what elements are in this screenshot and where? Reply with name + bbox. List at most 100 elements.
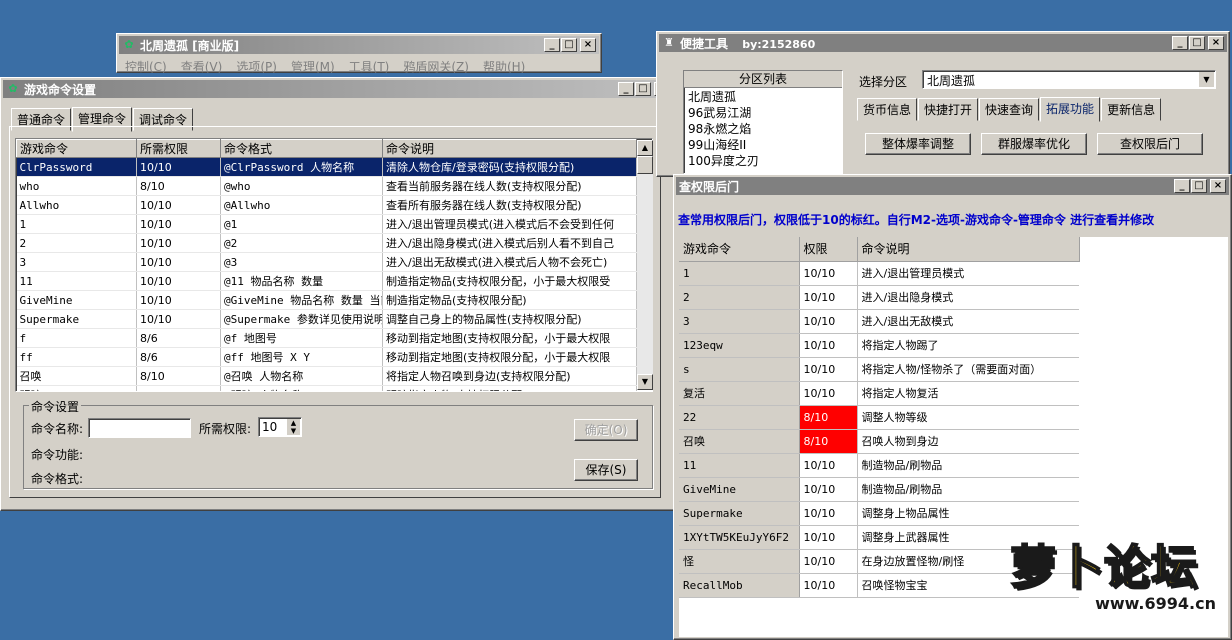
tab-quick-query[interactable]: 快速查询 <box>979 98 1040 121</box>
maximize-icon[interactable]: □ <box>1189 36 1205 50</box>
cell-description: 移动到指定地图(支持权限分配，小于最大权限 <box>382 347 637 367</box>
command-row[interactable]: ff 8/6 @ff 地图号 X Y 移动到指定地图(支持权限分配，小于最大权限 <box>16 347 637 367</box>
menu-manage[interactable]: 管理(M) <box>291 58 335 75</box>
command-window-titlebar[interactable]: ✿ 游戏命令设置 _ □ × <box>3 80 673 98</box>
tab-quick-open[interactable]: 快捷打开 <box>918 98 979 121</box>
command-row[interactable]: 召唤 8/10 @召唤 人物名称 将指定人物召唤到身边(支持权限分配) <box>16 366 637 386</box>
command-row[interactable]: who 8/10 @who 查看当前服务器在线人数(支持权限分配) <box>16 176 637 196</box>
drop-rate-adjust-button[interactable]: 整体爆率调整 <box>865 133 971 155</box>
tools-window-titlebar[interactable]: ♜ 便捷工具 by:2152860 _ □ × <box>659 34 1227 52</box>
cell-format: @11 物品名称 数量 <box>220 271 383 291</box>
cell-description: 制造物品/刷物品 <box>857 477 1079 502</box>
cell-format: @f 地图号 <box>220 328 383 348</box>
cell-permission: 8/10 <box>136 366 221 386</box>
permission-spinner[interactable]: 10 ▲ ▼ <box>258 417 302 437</box>
zone-item[interactable]: 99山海经II <box>684 136 842 152</box>
menu-gateway[interactable]: 鸦盾网关(Z) <box>403 58 469 75</box>
permission-row[interactable]: 11 10/10 制造物品/刷物品 <box>679 453 1079 478</box>
command-row[interactable]: GiveMine 10/10 @GiveMine 物品名称 数量 当前 制造指定物品(… <box>16 290 637 310</box>
col-header-permission[interactable]: 权限 <box>799 237 858 262</box>
cell-permission: 8/6 <box>136 328 221 348</box>
command-row[interactable]: 3 10/10 @3 进入/退出无敌模式(进入模式后人物不会死亡) <box>16 252 637 272</box>
chevron-down-icon[interactable]: ▼ <box>1199 72 1214 87</box>
cell-format: @Allwho <box>220 195 383 215</box>
save-button[interactable]: 保存(S) <box>574 459 638 481</box>
tab-update-info[interactable]: 更新信息 <box>1101 98 1162 121</box>
minimize-icon[interactable]: _ <box>1172 36 1188 50</box>
permission-row[interactable]: 复活 10/10 将指定人物复活 <box>679 381 1079 406</box>
main-window-titlebar[interactable]: ✿ 北周遗孤 [商业版] _ □ × <box>119 36 599 54</box>
cell-description: 制造指定物品(支持权限分配) <box>382 290 637 310</box>
col-header-description[interactable]: 命令说明 <box>857 237 1080 262</box>
minimize-icon[interactable]: _ <box>618 82 634 96</box>
cell-command: 复活 <box>679 381 800 406</box>
command-row[interactable]: f 8/6 @f 地图号 移动到指定地图(支持权限分配，小于最大权限 <box>16 328 637 348</box>
minimize-icon[interactable]: _ <box>1174 179 1190 193</box>
cell-permission: 10/10 <box>136 214 221 234</box>
col-header-description[interactable]: 命令说明 <box>382 139 637 158</box>
command-row[interactable]: Supermake 10/10 @Supermake 参数详见使用说明 调整自己身上的… <box>16 309 637 329</box>
permission-row[interactable]: 2 10/10 进入/退出隐身模式 <box>679 285 1079 310</box>
permission-row[interactable]: 召唤 8/10 召唤人物到身边 <box>679 429 1079 454</box>
cell-command: 2 <box>679 285 800 310</box>
command-row[interactable]: 11 10/10 @11 物品名称 数量 制造指定物品(支持权限分配，小于最大权限受 <box>16 271 637 291</box>
zone-item[interactable]: 96武易江湖 <box>684 104 842 120</box>
command-row[interactable]: Allwho 10/10 @Allwho 查看所有服务器在线人数(支持权限分配) <box>16 195 637 215</box>
permission-row[interactable]: Supermake 10/10 调整身上物品属性 <box>679 501 1079 526</box>
scroll-down-icon[interactable]: ▼ <box>637 374 653 390</box>
command-format-label: 命令格式: <box>31 472 84 486</box>
tab-extensions[interactable]: 拓展功能 <box>1040 97 1101 122</box>
command-table-scrollbar[interactable]: ▲ ▼ <box>637 140 653 390</box>
cell-permission: 10/10 <box>799 285 858 310</box>
col-header-command[interactable]: 游戏命令 <box>16 139 137 158</box>
cell-command: who <box>16 176 137 196</box>
command-name-input[interactable] <box>88 418 191 438</box>
permission-window-titlebar[interactable]: 查权限后门 _ □ × <box>676 177 1229 195</box>
permission-row[interactable]: 123eqw 10/10 将指定人物踢了 <box>679 333 1079 358</box>
cell-permission: 10/10 <box>799 549 858 574</box>
close-icon[interactable]: × <box>1210 179 1226 193</box>
maximize-icon[interactable]: □ <box>561 38 577 52</box>
spin-down-icon[interactable]: ▼ <box>287 427 300 435</box>
zone-select[interactable]: 北周遗孤 ▼ <box>922 70 1216 89</box>
spin-up-icon[interactable]: ▲ <box>287 419 300 427</box>
col-header-format[interactable]: 命令格式 <box>220 139 383 158</box>
menu-tools[interactable]: 工具(T) <box>349 58 390 75</box>
permission-row[interactable]: GiveMine 10/10 制造物品/刷物品 <box>679 477 1079 502</box>
tab-currency-info[interactable]: 货币信息 <box>857 98 918 121</box>
cell-description: 调整人物等级 <box>857 405 1079 430</box>
scroll-thumb[interactable] <box>637 156 653 174</box>
cell-format: @召唤 人物名称 <box>220 366 383 386</box>
menu-help[interactable]: 帮助(H) <box>483 58 525 75</box>
command-function-label: 命令功能: <box>31 448 84 462</box>
zone-list[interactable]: 分区列表 北周遗孤 96武易江湖 98永燃之焰 99山海经II 100异度之刃 <box>683 70 843 174</box>
zone-item[interactable]: 北周遗孤 <box>684 88 842 104</box>
permission-row[interactable]: 3 10/10 进入/退出无敌模式 <box>679 309 1079 334</box>
ok-button[interactable]: 确定(O) <box>574 419 638 441</box>
permission-row[interactable]: 1 10/10 进入/退出管理员模式 <box>679 261 1079 286</box>
check-backdoor-button[interactable]: 查权限后门 <box>1097 133 1203 155</box>
col-header-permission[interactable]: 所需权限 <box>136 139 221 158</box>
scroll-up-icon[interactable]: ▲ <box>637 140 653 156</box>
close-icon[interactable]: × <box>1208 36 1224 50</box>
permission-row[interactable]: s 10/10 将指定人物/怪物杀了（需要面对面） <box>679 357 1079 382</box>
zone-item[interactable]: 98永燃之焰 <box>684 120 842 136</box>
cell-permission: 10/10 <box>136 309 221 329</box>
close-icon[interactable]: × <box>580 38 596 52</box>
command-row[interactable]: 明暗8/10@明暗 人物名称明暗指定人物(支持权限分配) <box>16 385 637 391</box>
menu-control[interactable]: 控制(C) <box>125 58 167 75</box>
cell-command: 召唤 <box>679 429 800 454</box>
zone-item[interactable]: 100异度之刃 <box>684 152 842 168</box>
permission-row[interactable]: 22 8/10 调整人物等级 <box>679 405 1079 430</box>
maximize-icon[interactable]: □ <box>635 82 651 96</box>
maximize-icon[interactable]: □ <box>1191 179 1207 193</box>
command-row[interactable]: ClrPassword 10/10 @ClrPassword 人物名称 清除人物仓库/… <box>16 157 637 177</box>
col-header-command[interactable]: 游戏命令 <box>679 237 800 262</box>
minimize-icon[interactable]: _ <box>544 38 560 52</box>
menu-options[interactable]: 选项(P) <box>236 58 277 75</box>
command-row[interactable]: 2 10/10 @2 进入/退出隐身模式(进入模式后别人看不到自己 <box>16 233 637 253</box>
command-row[interactable]: 1 10/10 @1 进入/退出管理员模式(进入模式后不会受到任何 <box>16 214 637 234</box>
cell-permission: 10/10 <box>136 290 221 310</box>
menu-view[interactable]: 查看(V) <box>181 58 223 75</box>
group-drop-rate-button[interactable]: 群服爆率优化 <box>981 133 1087 155</box>
